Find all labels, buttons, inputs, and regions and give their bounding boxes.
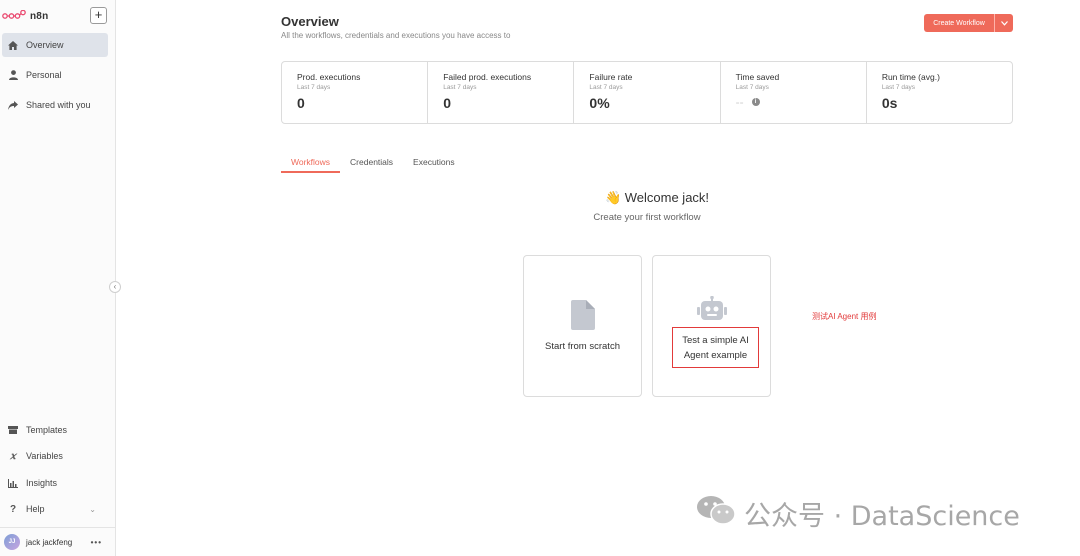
stat-failed-executions[interactable]: Failed prod. executions Last 7 days 0 bbox=[428, 62, 575, 123]
chevron-down-icon: ⌄ bbox=[89, 504, 96, 514]
watermark: 公众号 · DataScience bbox=[696, 494, 1020, 533]
more-options-icon[interactable]: ••• bbox=[91, 538, 102, 547]
page-title: Overview bbox=[281, 14, 339, 29]
sidebar-item-label: Variables bbox=[26, 451, 63, 461]
stat-value: 0 bbox=[297, 95, 305, 111]
variable-icon: 𝑥 bbox=[10, 450, 16, 462]
sidebar-item-personal[interactable]: Personal bbox=[2, 63, 108, 87]
n8n-logo-icon bbox=[2, 7, 26, 25]
box-icon bbox=[8, 425, 18, 435]
stat-value: 0 bbox=[443, 95, 451, 111]
stat-label: Time saved bbox=[735, 72, 780, 82]
user-icon bbox=[8, 70, 18, 80]
sidebar-item-variables[interactable]: 𝑥 Variables bbox=[2, 446, 108, 466]
add-button[interactable]: + bbox=[90, 7, 107, 24]
stat-value: 0% bbox=[589, 95, 610, 111]
sidebar-item-insights[interactable]: Insights bbox=[2, 473, 108, 493]
stat-prod-executions[interactable]: Prod. executions Last 7 days 0 bbox=[282, 62, 429, 123]
info-icon[interactable]: i bbox=[751, 98, 760, 106]
sidebar-item-label: Templates bbox=[26, 425, 68, 435]
sidebar-item-shared[interactable]: Shared with you bbox=[2, 93, 108, 117]
card-label: Test a simple AI Agent example bbox=[682, 334, 749, 361]
tab-workflows[interactable]: Workflows bbox=[281, 156, 341, 173]
annotation-label: 测试AI Agent 用例 bbox=[812, 312, 877, 321]
stat-value: -- bbox=[735, 95, 744, 109]
sidebar-item-overview[interactable]: Overview bbox=[2, 33, 108, 57]
tabs: Workflows Credentials Executions bbox=[281, 156, 465, 173]
stat-label: Run time (avg.) bbox=[881, 72, 940, 82]
stat-value-row: -- i bbox=[736, 95, 866, 109]
sidebar-item-label: Personal bbox=[26, 70, 62, 80]
stat-period: Last 7 days bbox=[297, 84, 331, 91]
ai-agent-example-card[interactable]: Test a simple AI Agent example bbox=[652, 255, 771, 397]
start-from-scratch-card[interactable]: Start from scratch bbox=[523, 255, 642, 397]
stat-period: Last 7 days bbox=[589, 84, 623, 91]
stat-label: Failure rate bbox=[589, 72, 633, 82]
create-workflow-button[interactable]: Create Workflow bbox=[924, 14, 1013, 32]
stat-period: Last 7 days bbox=[443, 84, 477, 91]
stat-time-saved[interactable]: Time saved Last 7 days -- i bbox=[721, 62, 867, 123]
stat-period: Last 7 days bbox=[735, 84, 769, 91]
robot-icon bbox=[696, 295, 727, 327]
tab-credentials[interactable]: Credentials bbox=[340, 156, 403, 173]
sidebar-item-help[interactable]: ? Help ⌄ bbox=[2, 499, 108, 519]
insights-summary: Prod. executions Last 7 days 0 Failed pr… bbox=[281, 61, 1013, 124]
chart-icon bbox=[8, 478, 18, 488]
highlight-box: Test a simple AI Agent example bbox=[672, 327, 759, 368]
stat-value: 0s bbox=[881, 95, 898, 111]
sidebar-item-label: Shared with you bbox=[26, 100, 91, 110]
user-menu[interactable]: JJ jack jackfeng ••• bbox=[0, 527, 116, 556]
collapse-sidebar-button[interactable]: ‹ bbox=[109, 281, 121, 293]
stat-run-time[interactable]: Run time (avg.) Last 7 days 0s bbox=[867, 62, 1012, 123]
avatar: JJ bbox=[4, 534, 20, 550]
share-icon bbox=[8, 100, 18, 110]
watermark-text: 公众号 · DataScience bbox=[744, 501, 1020, 532]
tab-executions[interactable]: Executions bbox=[403, 156, 465, 173]
logo-text: n8n bbox=[30, 10, 49, 22]
stat-period: Last 7 days bbox=[881, 84, 916, 91]
page-subtitle: All the workflows, credentials and execu… bbox=[281, 31, 511, 40]
card-label: Start from scratch bbox=[545, 341, 620, 352]
logo[interactable]: n8n bbox=[2, 8, 48, 24]
welcome-heading: 👋 Welcome jack! bbox=[604, 190, 710, 205]
file-icon bbox=[570, 300, 595, 335]
question-icon: ? bbox=[9, 503, 17, 515]
sidebar-item-label: Overview bbox=[26, 40, 64, 50]
wechat-icon bbox=[696, 494, 736, 533]
sidebar-item-label: Insights bbox=[26, 478, 58, 488]
stat-label: Failed prod. executions bbox=[443, 72, 532, 82]
welcome-subheading: Create your first workflow bbox=[593, 212, 701, 223]
home-icon bbox=[8, 40, 18, 50]
sidebar-item-label: Help bbox=[26, 504, 45, 514]
sidebar-item-templates[interactable]: Templates bbox=[2, 420, 108, 440]
stat-failure-rate[interactable]: Failure rate Last 7 days 0% bbox=[574, 62, 721, 123]
sidebar: n8n + Overview Personal Shared with you … bbox=[0, 0, 121, 556]
stat-label: Prod. executions bbox=[297, 72, 361, 82]
chevron-down-icon[interactable] bbox=[995, 14, 1013, 32]
create-workflow-label[interactable]: Create Workflow bbox=[924, 14, 995, 32]
user-name: jack jackfeng bbox=[26, 537, 73, 547]
